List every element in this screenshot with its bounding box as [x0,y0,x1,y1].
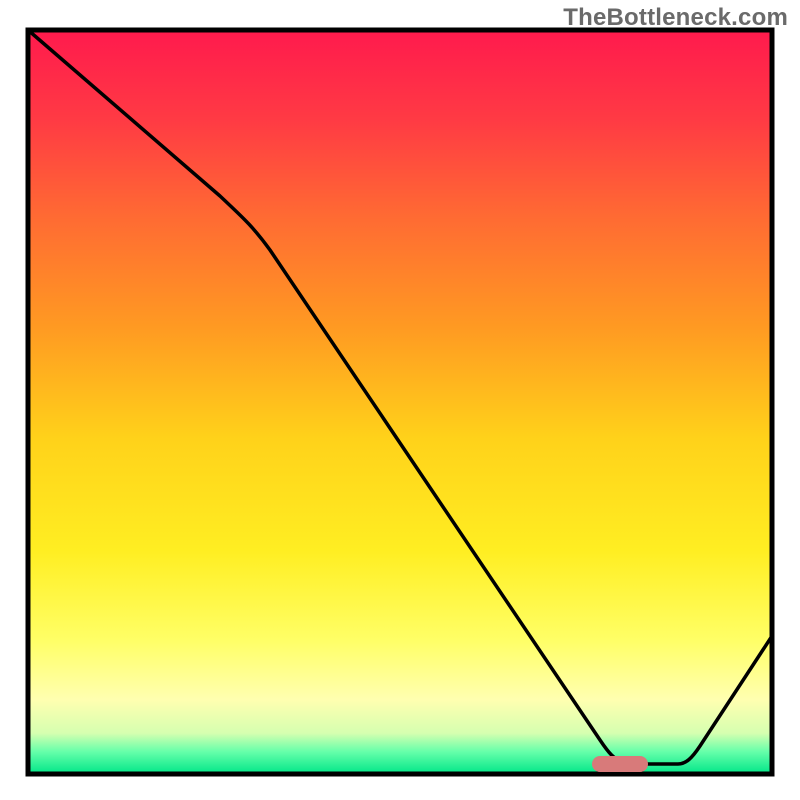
plot-area [28,30,772,774]
optimal-range-marker [592,756,648,772]
chart-canvas: TheBottleneck.com [0,0,800,800]
chart-svg [0,0,800,800]
